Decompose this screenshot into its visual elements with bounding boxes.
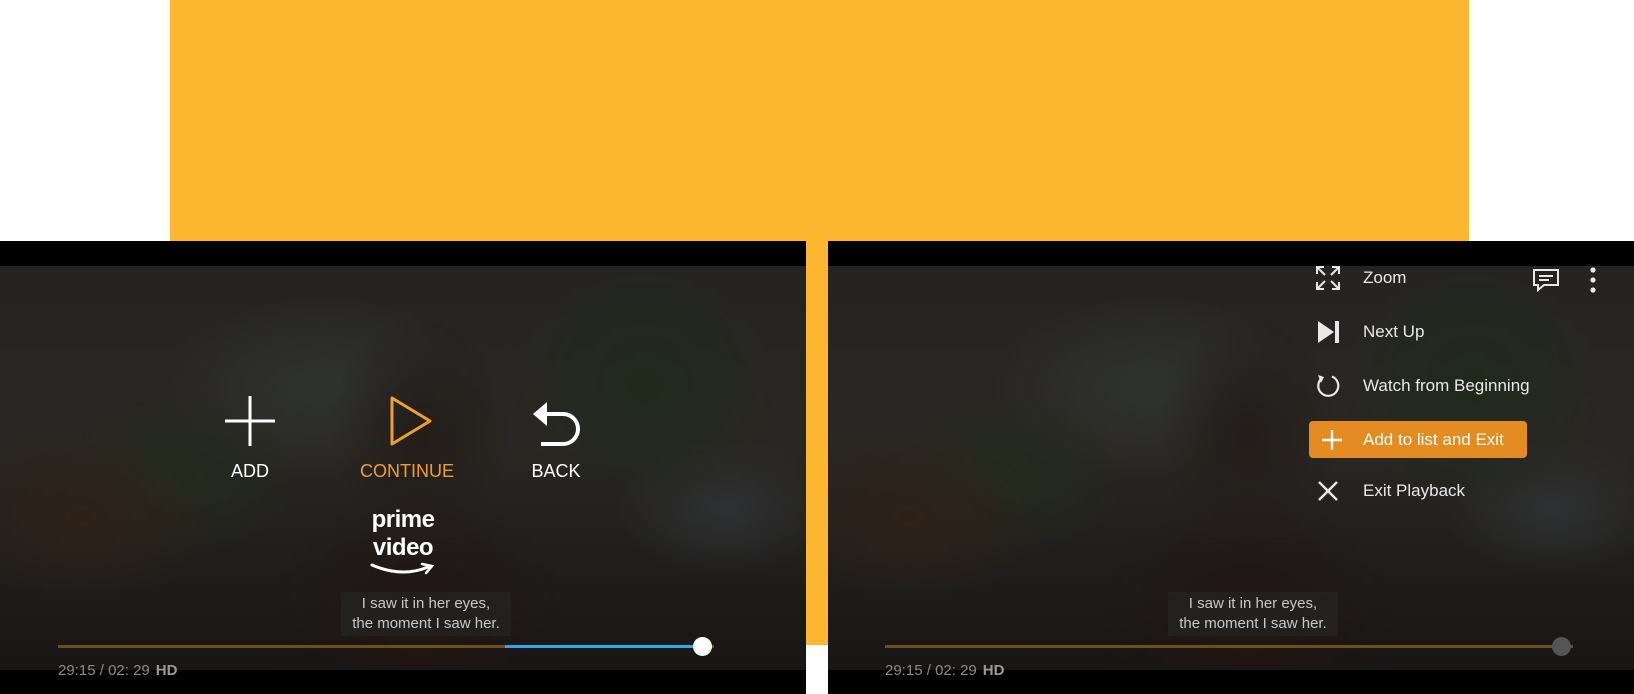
add-button[interactable]: ADD (210, 392, 290, 482)
menu-label: Watch from Beginning (1363, 376, 1530, 395)
total-time: 02: 29 (108, 662, 150, 679)
menu-item-exit-playback[interactable]: Exit Playback (1313, 474, 1533, 508)
menu-item-add-to-list-and-exit[interactable]: Add to list and Exit (1309, 421, 1527, 458)
banner-strip (806, 241, 828, 645)
zoom-icon (1313, 263, 1343, 293)
progress-preview-segment (505, 645, 702, 648)
add-label: ADD (230, 461, 269, 481)
banner-background (170, 0, 1469, 241)
plus-icon (225, 396, 275, 446)
current-time: 29:15 (885, 662, 923, 679)
continue-label: CONTINUE (360, 461, 454, 481)
logo-text: prime video (371, 506, 435, 561)
time-separator: / (95, 662, 109, 679)
progress-bar[interactable] (885, 645, 1573, 648)
menu-label: Zoom (1363, 268, 1407, 287)
subtitle-caption: I saw it in her eyes, the moment I saw h… (1168, 592, 1338, 636)
menu-item-watch-from-beginning[interactable]: Watch from Beginning (1313, 369, 1573, 403)
subtitle-line-2: the moment I saw her. (1179, 615, 1327, 632)
total-time: 02: 29 (935, 662, 977, 679)
more-options-button[interactable] (1586, 266, 1600, 294)
prime-video-logo: prime video (343, 506, 463, 581)
menu-item-next-up[interactable]: Next Up (1313, 315, 1573, 349)
close-icon (1313, 476, 1343, 506)
progress-scrubber-handle[interactable] (692, 637, 712, 656)
quality-badge: HD (982, 662, 1005, 679)
menu-label: Add to list and Exit (1363, 429, 1504, 449)
current-time: 29:15 (58, 662, 96, 679)
plus-icon (1317, 425, 1347, 455)
progress-played (58, 645, 506, 648)
menu-label: Exit Playback (1363, 481, 1466, 500)
menu-label: Next Up (1363, 322, 1425, 341)
back-arrow-icon (533, 402, 580, 446)
subtitle-line-1: I saw it in her eyes, (361, 595, 491, 612)
progress-scrubber-handle[interactable] (1551, 637, 1571, 656)
restart-icon (1313, 371, 1343, 401)
back-button[interactable]: BACK (516, 392, 596, 482)
next-up-icon (1313, 317, 1343, 347)
subtitle-line-2: the moment I saw her. (352, 615, 500, 632)
time-display: 29:15 / 02: 29 HD (58, 662, 177, 679)
play-icon (390, 396, 432, 446)
subtitles-button[interactable] (1532, 268, 1560, 293)
subtitles-icon (1533, 269, 1559, 293)
back-label: BACK (531, 461, 581, 481)
quality-badge: HD (155, 662, 178, 679)
continue-button[interactable]: CONTINUE (352, 392, 462, 482)
subtitle-caption: I saw it in her eyes, the moment I saw h… (341, 592, 511, 636)
menu-item-zoom[interactable]: Zoom (1313, 261, 1533, 295)
time-separator: / (922, 662, 936, 679)
time-display: 29:15 / 02: 29 HD (885, 662, 1004, 679)
more-vertical-icon (1590, 267, 1596, 293)
subtitle-line-1: I saw it in her eyes, (1188, 595, 1318, 612)
smile-arrow-icon (370, 562, 435, 575)
